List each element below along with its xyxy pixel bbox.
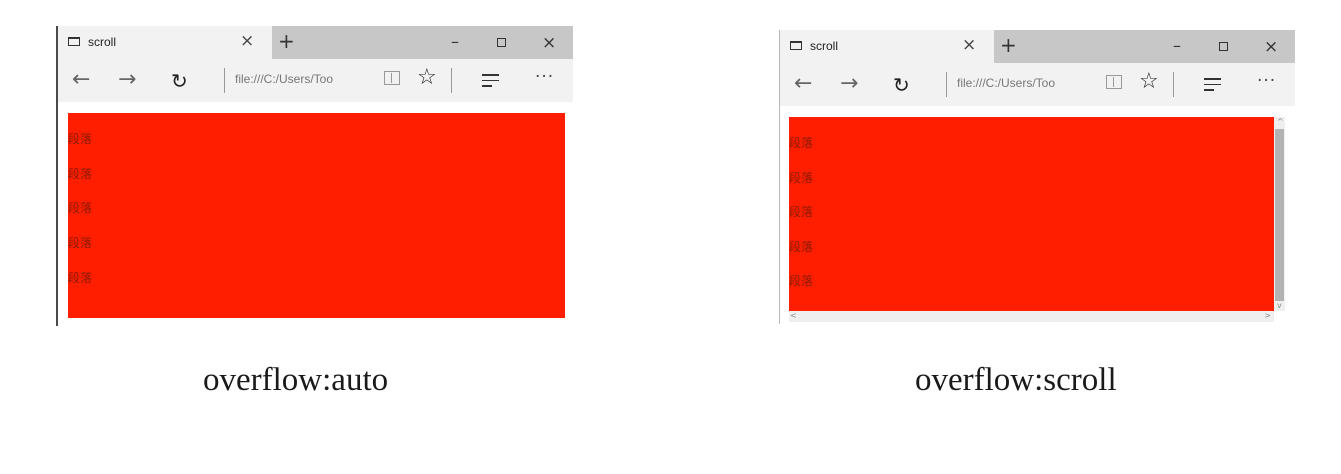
new-tab-icon[interactable]: +	[278, 28, 295, 54]
tab-page-icon	[68, 37, 80, 46]
close-window-icon[interactable]: ×	[1264, 36, 1278, 58]
paragraph: 段落	[789, 274, 814, 288]
browser-window-scroll: scroll × + – × ← → ↻ file:///C:/Users/To…	[779, 30, 1295, 326]
paragraph: 段落	[68, 167, 93, 181]
paragraph: 段落	[789, 171, 814, 185]
tab-title: scroll	[88, 35, 117, 49]
paragraph: 段落	[789, 205, 814, 219]
favorite-star-icon[interactable]: ☆	[417, 65, 437, 91]
divider	[1173, 72, 1174, 97]
reading-view-icon[interactable]	[1106, 75, 1122, 89]
forward-icon[interactable]: →	[118, 67, 136, 93]
nav-bar: ← → ↻ file:///C:/Users/Too ☆ ···	[58, 59, 573, 102]
hub-icon[interactable]	[482, 74, 499, 91]
tab-title: scroll	[810, 39, 839, 53]
scroll-left-icon[interactable]: <	[790, 312, 797, 320]
forward-icon[interactable]: →	[840, 71, 858, 97]
tab-close-icon[interactable]: ×	[962, 34, 976, 56]
back-icon[interactable]: ←	[794, 71, 812, 97]
paragraph: 段落	[789, 240, 814, 254]
paragraph: 段落	[68, 236, 93, 250]
hub-icon[interactable]	[1204, 78, 1221, 95]
more-icon[interactable]: ···	[1257, 71, 1276, 91]
paragraph: 段落	[68, 132, 93, 146]
reading-view-icon[interactable]	[384, 71, 400, 85]
address-bar[interactable]: file:///C:/Users/Too	[957, 76, 1055, 90]
tab-scroll[interactable]: scroll ×	[58, 26, 272, 59]
back-icon[interactable]: ←	[72, 67, 90, 93]
title-bar: scroll × + – ×	[780, 30, 1295, 63]
new-tab-icon[interactable]: +	[1000, 32, 1017, 58]
caption-overflow-scroll: overflow:scroll	[915, 362, 1117, 398]
scroll-down-icon[interactable]: v	[1277, 302, 1282, 310]
paragraph: 段落	[789, 136, 814, 150]
overflow-scroll-box[interactable]: 段落 段落 段落 段落 段落	[789, 117, 1274, 311]
vertical-scrollbar[interactable]: ^ v	[1274, 117, 1285, 311]
minimize-icon[interactable]: –	[451, 32, 459, 52]
close-window-icon[interactable]: ×	[542, 32, 556, 54]
scrollbar-thumb[interactable]	[1275, 129, 1284, 301]
minimize-icon[interactable]: –	[1173, 36, 1181, 56]
caption-overflow-auto: overflow:auto	[203, 362, 389, 398]
tab-close-icon[interactable]: ×	[240, 30, 254, 52]
refresh-icon[interactable]: ↻	[893, 72, 910, 98]
nav-bar: ← → ↻ file:///C:/Users/Too ☆ ···	[780, 63, 1295, 106]
tab-page-icon	[790, 41, 802, 50]
maximize-icon[interactable]	[1219, 42, 1228, 51]
scroll-up-icon[interactable]: ^	[1277, 118, 1284, 126]
title-bar: scroll × + – ×	[58, 26, 573, 59]
divider	[451, 68, 452, 93]
overflow-auto-box[interactable]: 段落 段落 段落 段落 段落	[68, 113, 565, 318]
favorite-star-icon[interactable]: ☆	[1139, 69, 1159, 95]
tab-scroll[interactable]: scroll ×	[780, 30, 994, 63]
divider	[946, 72, 947, 97]
scroll-right-icon[interactable]: >	[1264, 312, 1271, 320]
address-bar[interactable]: file:///C:/Users/Too	[235, 72, 333, 86]
maximize-icon[interactable]	[497, 38, 506, 47]
paragraph: 段落	[68, 271, 93, 285]
paragraph: 段落	[68, 201, 93, 215]
divider	[224, 68, 225, 93]
more-icon[interactable]: ···	[535, 67, 554, 87]
horizontal-scrollbar[interactable]: < >	[789, 311, 1274, 322]
refresh-icon[interactable]: ↻	[171, 68, 188, 94]
browser-window-auto: scroll × + – × ← → ↻ file:///C:/Users/To…	[56, 26, 573, 326]
